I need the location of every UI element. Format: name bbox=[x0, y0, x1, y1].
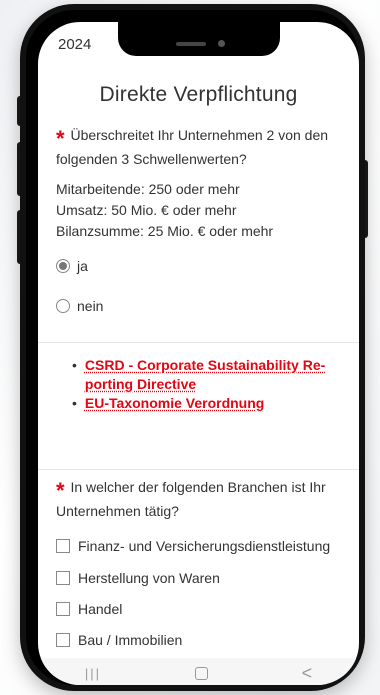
bullet-icon: • bbox=[72, 357, 77, 373]
required-icon: * bbox=[56, 126, 65, 151]
checkbox-label: Handel bbox=[78, 601, 123, 617]
speaker-icon bbox=[176, 42, 206, 46]
checkbox-label: Finanz- und Versicherungsdienstleistung bbox=[78, 538, 331, 554]
question-1: * Überschreitet Ihr Unternehmen 2 von de… bbox=[56, 125, 356, 170]
recent-apps-icon[interactable]: ||| bbox=[85, 666, 101, 681]
threshold-item: Bilanzsumme: 25 Mio. € oder mehr bbox=[56, 223, 274, 239]
checkbox-label: Bau / Immobilien bbox=[78, 632, 183, 648]
form-content: 2024 Direkte Verpflichtung * Überschreit… bbox=[38, 22, 359, 685]
threshold-list: Mitarbeitende: 250 oder mehr Umsatz: 50 … bbox=[56, 179, 356, 242]
checkbox-option-herstellung[interactable]: Herstellung von Waren bbox=[56, 570, 220, 586]
status-year: 2024 bbox=[58, 36, 92, 53]
required-icon: * bbox=[56, 478, 65, 503]
list-item: • EU-Taxonomie Verordnung bbox=[72, 394, 352, 413]
link-eu-taxonomie[interactable]: EU-Taxonomie Verordnung bbox=[85, 394, 264, 413]
info-links: • CSRD - Corporate Sustainability Re-por… bbox=[72, 356, 352, 413]
phone-bezel: 2024 Direkte Verpflichtung * Überschreit… bbox=[26, 10, 359, 685]
link-csrd[interactable]: CSRD - Corporate Sustainability Re-porti… bbox=[85, 356, 352, 394]
home-icon[interactable] bbox=[194, 666, 208, 680]
checkbox[interactable] bbox=[56, 571, 70, 585]
threshold-item: Mitarbeitende: 250 oder mehr bbox=[56, 181, 240, 197]
checkbox[interactable] bbox=[56, 539, 70, 553]
question-2-text: In welcher der folgenden Branchen ist Ih… bbox=[56, 479, 326, 519]
question-1-text: Überschreitet Ihr Unternehmen 2 von den … bbox=[56, 127, 329, 167]
checkbox-option-finanz[interactable]: Finanz- und Versicherungsdienstleistung bbox=[56, 538, 330, 554]
android-nav-bar: ||| < bbox=[38, 658, 359, 685]
threshold-item: Umsatz: 50 Mio. € oder mehr bbox=[56, 202, 237, 218]
radio-button[interactable] bbox=[56, 299, 70, 313]
camera-notch bbox=[118, 22, 280, 56]
section-divider bbox=[38, 342, 359, 343]
radio-option-nein[interactable]: nein bbox=[56, 298, 103, 314]
section-divider bbox=[38, 469, 359, 470]
radio-option-ja[interactable]: ja bbox=[56, 258, 88, 274]
checkbox-label: Herstellung von Waren bbox=[78, 570, 220, 586]
back-icon[interactable]: < bbox=[302, 663, 313, 684]
list-item: • CSRD - Corporate Sustainability Re-por… bbox=[72, 356, 352, 394]
page-title: Direkte Verpflichtung bbox=[99, 83, 298, 106]
question-2: * In welcher der folgenden Branchen ist … bbox=[56, 477, 359, 522]
checkbox[interactable] bbox=[56, 633, 70, 647]
phone-frame: 2024 Direkte Verpflichtung * Überschreit… bbox=[20, 4, 365, 691]
checkbox[interactable] bbox=[56, 602, 70, 616]
camera-icon bbox=[218, 40, 225, 47]
radio-button[interactable] bbox=[56, 259, 70, 273]
bullet-icon: • bbox=[72, 395, 77, 411]
phone-screen: 2024 Direkte Verpflichtung * Überschreit… bbox=[38, 22, 359, 685]
checkbox-option-handel[interactable]: Handel bbox=[56, 601, 122, 617]
radio-label: nein bbox=[77, 298, 104, 314]
checkbox-option-bau[interactable]: Bau / Immobilien bbox=[56, 632, 182, 648]
radio-label: ja bbox=[77, 258, 88, 274]
